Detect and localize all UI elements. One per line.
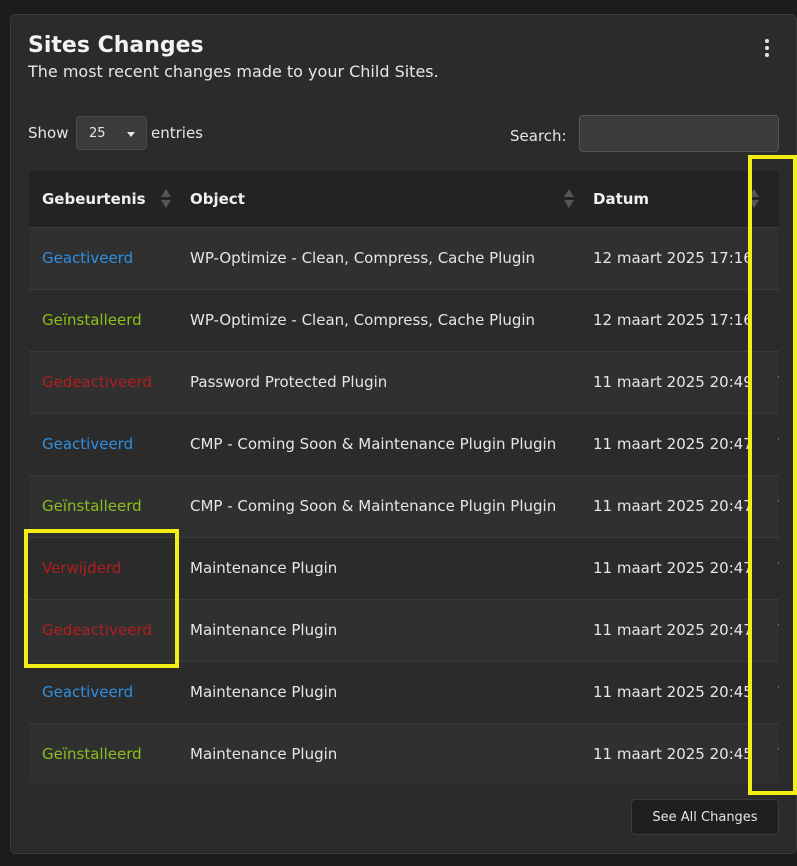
column-header-event[interactable]: Gebeurtenis xyxy=(29,171,177,227)
column-header-site[interactable]: S xyxy=(765,171,779,227)
widget-title: Sites Changes xyxy=(28,33,204,58)
object-cell: Maintenance Plugin xyxy=(190,745,338,764)
table-row: Geactiveerd Maintenance Plugin 11 maart 20… xyxy=(29,661,779,723)
date-cell: 12 maart 2025 17:16 xyxy=(593,249,753,267)
table-row: Geactiveerd WP-Optimize - Clean, Compress… xyxy=(29,227,779,289)
changes-table-container: Gebeurtenis Object Datum S Geactiveerd WP… xyxy=(29,171,779,783)
kebab-menu-icon[interactable] xyxy=(762,39,772,57)
object-cell: Maintenance Plugin xyxy=(190,559,338,577)
sort-icon xyxy=(564,189,574,209)
page-length-select[interactable]: 25 xyxy=(76,116,147,150)
event-cell[interactable]: Gedeactiveerd xyxy=(29,599,177,661)
object-cell: CMP - Coming Soon & Maintenance Plugin P… xyxy=(190,497,557,515)
event-cell[interactable]: Geactiveerd xyxy=(29,661,177,723)
object-cell: Password Protected Plugin xyxy=(190,373,388,391)
column-header-object[interactable]: Object xyxy=(177,171,580,227)
site-cell: I xyxy=(765,289,779,351)
event-cell[interactable]: Geïnstalleerd xyxy=(29,475,177,537)
page-length-value: 25 xyxy=(89,125,106,141)
site-cell: V xyxy=(765,351,779,413)
site-cell: V xyxy=(765,599,779,661)
show-label: Show xyxy=(28,124,69,142)
date-cell: 11 maart 2025 20:45 xyxy=(593,745,753,764)
object-cell: CMP - Coming Soon & Maintenance Plugin P… xyxy=(190,435,557,453)
object-cell: WP-Optimize - Clean, Compress, Cache Plu… xyxy=(190,311,536,329)
object-cell: Maintenance Plugin xyxy=(190,683,338,701)
table-row: Verwijderd Maintenance Plugin 11 maart 202… xyxy=(29,537,779,599)
changes-table: Gebeurtenis Object Datum S Geactiveerd WP… xyxy=(29,171,779,783)
event-cell[interactable]: Verwijderd xyxy=(29,537,177,599)
event-cell[interactable]: Geactiveerd xyxy=(29,413,177,475)
site-cell: V xyxy=(765,537,779,599)
date-cell: 12 maart 2025 17:16 xyxy=(593,311,753,329)
event-cell[interactable]: Geactiveerd xyxy=(29,227,177,289)
table-row: Gedeactiveerd Maintenance Plugin 11 maart … xyxy=(29,599,779,661)
date-cell: 11 maart 2025 20:47 xyxy=(593,559,753,577)
event-cell[interactable]: Geïnstalleerd xyxy=(29,289,177,351)
site-cell: V xyxy=(765,413,779,475)
date-cell: 11 maart 2025 20:45 xyxy=(593,683,753,701)
site-cell: I xyxy=(765,227,779,289)
search-input[interactable] xyxy=(579,115,779,152)
table-body: Geactiveerd WP-Optimize - Clean, Compress… xyxy=(29,227,779,783)
entries-label: entries xyxy=(151,124,203,142)
chevron-down-icon xyxy=(127,132,135,137)
sort-icon xyxy=(161,189,171,209)
site-cell: V xyxy=(765,661,779,723)
table-header-row: Gebeurtenis Object Datum S xyxy=(29,171,779,227)
table-row: Geactiveerd CMP - Coming Soon & Maintenan… xyxy=(29,413,779,475)
event-cell[interactable]: Gedeactiveerd xyxy=(29,351,177,413)
sites-changes-widget: Sites Changes The most recent changes ma… xyxy=(10,14,797,854)
site-cell: V xyxy=(765,723,779,783)
table-row: Geïnstalleerd Maintenance Plugin 11 maart … xyxy=(29,723,779,783)
table-row: Geïnstalleerd WP-Optimize - Clean, Compre… xyxy=(29,289,779,351)
column-header-date[interactable]: Datum xyxy=(580,171,765,227)
table-row: Geïnstalleerd CMP - Coming Soon & Mainten… xyxy=(29,475,779,537)
date-cell: 11 maart 2025 20:47 xyxy=(593,497,753,515)
table-row: Gedeactiveerd Password Protected Plugin 11… xyxy=(29,351,779,413)
object-cell: WP-Optimize - Clean, Compress, Cache Plu… xyxy=(190,249,536,267)
event-cell[interactable]: Geïnstalleerd xyxy=(29,723,177,783)
date-cell: 11 maart 2025 20:47 xyxy=(593,435,753,453)
object-cell: Maintenance Plugin xyxy=(190,621,338,639)
date-cell: 11 maart 2025 20:47 xyxy=(593,621,753,639)
date-cell: 11 maart 2025 20:49 xyxy=(593,373,753,391)
sort-icon xyxy=(749,189,759,209)
site-cell: V xyxy=(765,475,779,537)
search-label: Search: xyxy=(510,127,567,145)
see-all-changes-button[interactable]: See All Changes xyxy=(631,799,779,835)
widget-subtitle: The most recent changes made to your Chi… xyxy=(28,62,439,81)
